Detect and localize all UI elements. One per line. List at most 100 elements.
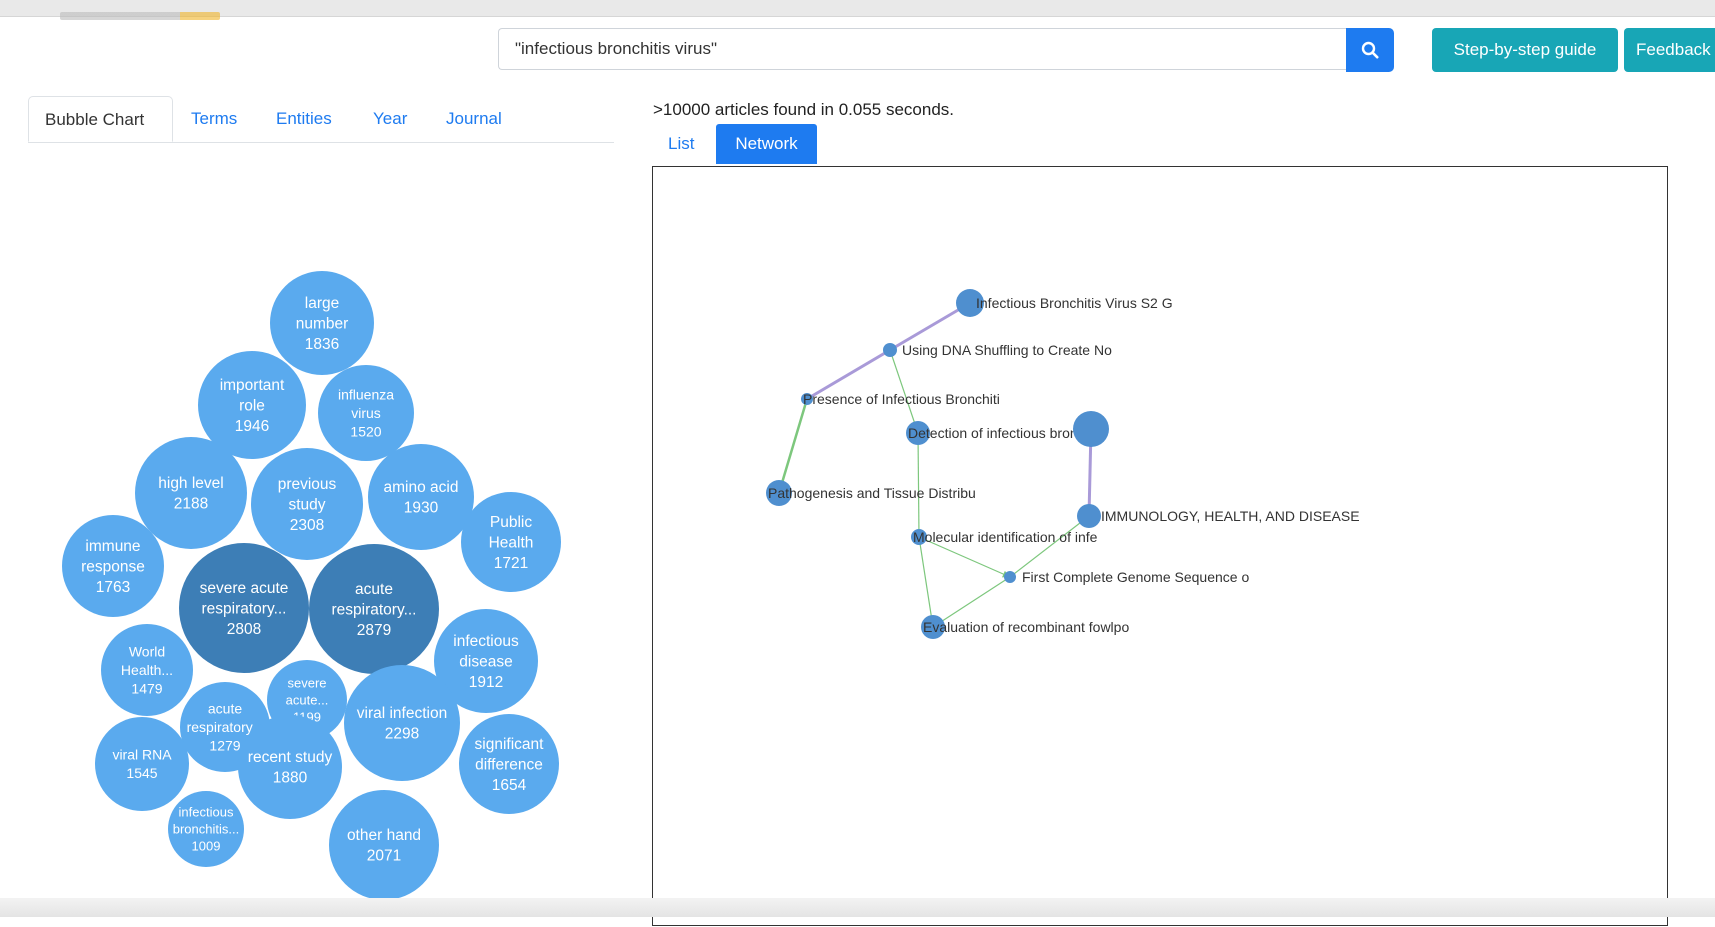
bubble-count: 2808 xyxy=(227,621,261,638)
bubble-count: 2298 xyxy=(385,726,419,743)
bubble-circle xyxy=(368,444,474,550)
network-node-label: Molecular identification of infe xyxy=(913,529,1098,545)
bubble-label: study xyxy=(288,496,325,513)
bubble[interactable]: other hand 2071 xyxy=(329,790,439,900)
bubble-label: influenza xyxy=(338,386,394,402)
bubble[interactable]: immune response 1763 xyxy=(62,515,164,617)
bubble[interactable]: viral infection 2298 xyxy=(344,665,460,781)
bubble[interactable]: World Health... 1479 xyxy=(101,624,193,716)
bubble-chart: large number 1836 important role 1946 influenz… xyxy=(62,271,561,900)
bubble-label: role xyxy=(239,397,265,414)
bubble-count: 1009 xyxy=(192,839,221,854)
bubble[interactable]: viral RNA 1545 xyxy=(95,717,189,811)
bubble-label: severe acute xyxy=(200,580,289,597)
tab-journal[interactable]: Journal xyxy=(446,96,502,142)
network-node-label: Detection of infectious bronchit xyxy=(908,425,1100,441)
bubble-label: viral RNA xyxy=(112,747,172,763)
network-edge xyxy=(777,398,809,494)
bubble-circle xyxy=(344,665,460,781)
bubble-circle xyxy=(238,715,342,819)
search-button[interactable] xyxy=(1346,28,1394,72)
network-edge xyxy=(918,536,934,628)
bubble-count: 1721 xyxy=(494,555,528,572)
bubble-count: 1912 xyxy=(469,674,503,691)
bubble-label: Health... xyxy=(121,662,173,678)
tab-list[interactable]: List xyxy=(668,124,694,164)
bubble-count: 1479 xyxy=(131,680,162,696)
network-node-label: Presence of Infectious Bronchiti xyxy=(803,391,1000,407)
bubble[interactable]: previous study 2308 xyxy=(251,448,363,560)
bubble-label: infectious xyxy=(179,804,234,819)
bubble[interactable]: amino acid 1930 xyxy=(368,444,474,550)
tab-network[interactable]: Network xyxy=(716,124,817,164)
network-node-label: IMMUNOLOGY, HEALTH, AND DISEASE xyxy=(1101,508,1360,524)
bubble-label: response xyxy=(81,558,145,575)
tab-terms[interactable]: Terms xyxy=(191,96,237,142)
tab-entities[interactable]: Entities xyxy=(276,96,332,142)
bubble-count: 1946 xyxy=(235,418,269,435)
network-graph: Infectious Bronchitis Virus S2 G Using DN… xyxy=(652,166,1668,926)
bubble-count: 1763 xyxy=(96,579,130,596)
step-by-step-guide-button[interactable]: Step-by-step guide xyxy=(1432,28,1618,72)
bubble[interactable]: infectious bronchitis... 1009 xyxy=(168,791,244,867)
bubble-label: recent study xyxy=(248,749,333,766)
network-node[interactable] xyxy=(1004,571,1016,583)
bubble[interactable]: significant difference 1654 xyxy=(459,714,559,814)
search-input[interactable] xyxy=(498,28,1346,70)
top-strip xyxy=(0,0,1715,17)
bubble-label: viral infection xyxy=(357,705,447,722)
bubble-label: other hand xyxy=(347,827,421,844)
network-edge xyxy=(1009,515,1090,578)
feedback-button[interactable]: Feedback xyxy=(1624,28,1715,72)
network-node-label: First Complete Genome Sequence o xyxy=(1022,569,1249,585)
bubble-label: Public xyxy=(490,514,532,531)
tab-year[interactable]: Year xyxy=(373,96,407,142)
left-tab-bar: Bubble Chart Terms Entities Year Journal xyxy=(28,96,614,143)
bubble-count: 1520 xyxy=(350,423,381,439)
bubble[interactable]: high level 2188 xyxy=(135,437,247,549)
bubble-label: virus xyxy=(351,405,381,421)
result-summary: >10000 articles found in 0.055 seconds. xyxy=(653,100,955,119)
bubble[interactable]: recent study 1880 xyxy=(238,715,342,819)
bubble-count: 1545 xyxy=(126,765,157,781)
bubble-label: World xyxy=(129,643,165,659)
bubble-circle xyxy=(95,717,189,811)
search-bar xyxy=(498,28,1398,72)
bubble[interactable]: influenza virus 1520 xyxy=(318,365,414,461)
bubble-count: 2188 xyxy=(174,496,208,513)
logo xyxy=(60,12,220,20)
network-node[interactable] xyxy=(883,343,897,357)
bubble-count: 1880 xyxy=(273,770,308,787)
bubble-count: 2308 xyxy=(290,517,324,534)
bubble-count: 1654 xyxy=(492,777,527,794)
bubble[interactable]: acute respiratory... 2879 xyxy=(309,544,439,674)
network-node[interactable] xyxy=(1077,504,1101,528)
network-node-label: Using DNA Shuffling to Create No xyxy=(902,342,1112,358)
bubble-label: severe xyxy=(287,675,326,690)
bubble-label: immune xyxy=(85,538,140,555)
bubble-label: important xyxy=(220,377,285,394)
bottom-edge xyxy=(0,898,1715,917)
search-icon xyxy=(1361,41,1379,59)
bubble-label: disease xyxy=(459,653,512,670)
bubble-count: 2879 xyxy=(357,622,391,639)
bubble-label: acute... xyxy=(286,693,329,708)
bubble-label: amino acid xyxy=(384,479,459,496)
tab-bubble-chart[interactable]: Bubble Chart xyxy=(28,96,173,142)
bubble-label: acute xyxy=(208,700,242,716)
bubble-count: 1836 xyxy=(305,336,339,353)
network-node[interactable] xyxy=(1073,411,1109,447)
bubble-label: bronchitis... xyxy=(173,822,239,837)
bubble[interactable]: Public Health 1721 xyxy=(461,492,561,592)
bubble[interactable]: severe acute respiratory... 2808 xyxy=(179,543,309,673)
network-node-label: Pathogenesis and Tissue Distribu xyxy=(768,485,976,501)
bubble-count: 2071 xyxy=(367,848,401,865)
bubble-label: respiratory... xyxy=(332,601,417,618)
network-node-label: Evaluation of recombinant fowlpo xyxy=(923,619,1129,635)
bubble-label: number xyxy=(296,315,349,332)
bubble-label: difference xyxy=(475,756,543,773)
bubble-label: significant xyxy=(475,736,545,753)
bubble-circle xyxy=(135,437,247,549)
bubble[interactable]: large number 1836 xyxy=(270,271,374,375)
network-node-label: Infectious Bronchitis Virus S2 G xyxy=(976,295,1173,311)
